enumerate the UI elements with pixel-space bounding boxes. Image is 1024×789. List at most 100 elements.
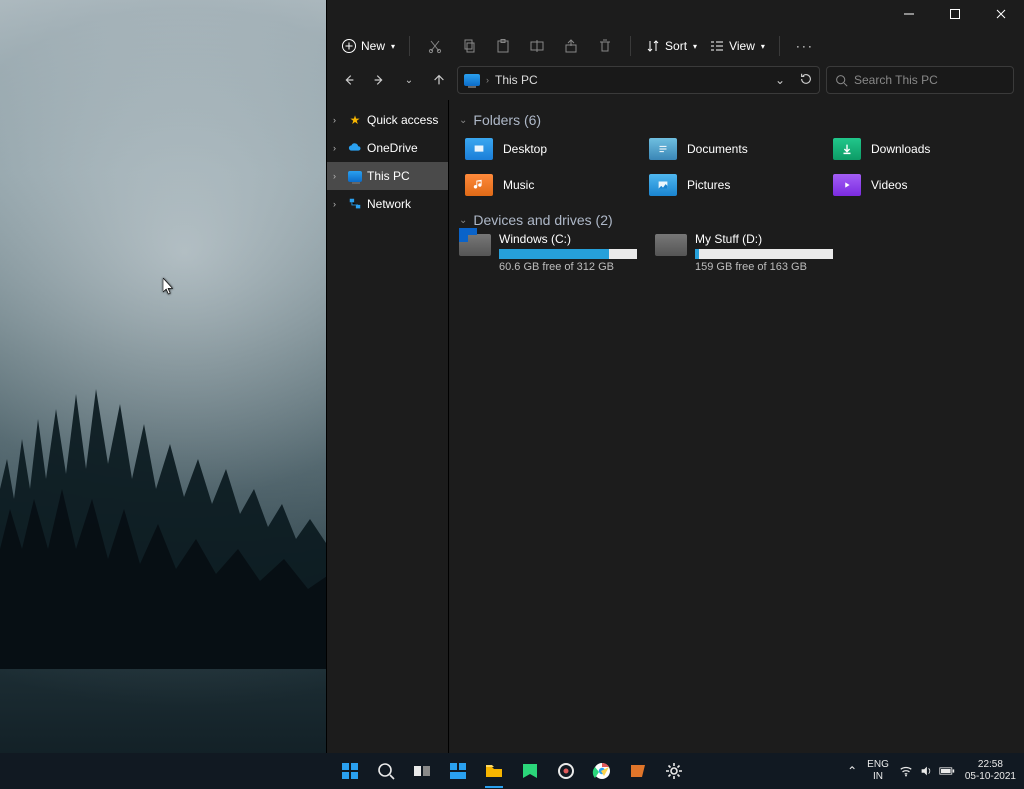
- sidebar-item-network[interactable]: › Network: [327, 190, 448, 218]
- plus-circle-icon: [341, 38, 357, 54]
- drive-c[interactable]: Windows (C:) 60.6 GB free of 312 GB: [459, 232, 649, 273]
- drive-icon: [655, 234, 687, 256]
- language-top: ENG: [867, 759, 889, 771]
- folders-group-header[interactable]: ⌄ Folders (6): [459, 112, 1014, 128]
- tray-overflow-button[interactable]: ⌃: [847, 764, 857, 778]
- drive-info: Windows (C:) 60.6 GB free of 312 GB: [499, 232, 637, 273]
- delete-button[interactable]: [590, 32, 620, 60]
- breadcrumb-this-pc[interactable]: This PC: [495, 73, 538, 87]
- address-bar[interactable]: › This PC ⌄: [457, 66, 820, 94]
- language-indicator[interactable]: ENG IN: [867, 759, 889, 783]
- copy-button[interactable]: [454, 32, 484, 60]
- sort-icon: [645, 38, 661, 54]
- drives-group-header[interactable]: ⌄ Devices and drives (2): [459, 212, 1014, 228]
- refresh-icon: [799, 72, 813, 86]
- app-button[interactable]: [517, 758, 543, 784]
- star-icon: ★: [347, 112, 363, 128]
- sidebar-item-label: This PC: [367, 169, 410, 183]
- share-button[interactable]: [556, 32, 586, 60]
- search-task-button[interactable]: [373, 758, 399, 784]
- chevron-right-icon: ›: [333, 143, 343, 153]
- cloud-icon: [347, 140, 363, 156]
- explorer-body: › ★ Quick access › OneDrive › This PC ›: [327, 100, 1024, 753]
- address-dropdown[interactable]: ⌄: [775, 73, 785, 87]
- search-box[interactable]: Search This PC: [826, 66, 1014, 94]
- chevron-down-icon: ▾: [693, 42, 697, 51]
- folder-videos[interactable]: Videos: [827, 168, 1009, 202]
- sort-button[interactable]: Sort ▾: [641, 32, 701, 60]
- back-button[interactable]: [337, 68, 361, 92]
- drive-info: My Stuff (D:) 159 GB free of 163 GB: [695, 232, 833, 273]
- tray-icons[interactable]: [899, 764, 955, 778]
- file-explorer-task-button[interactable]: [481, 758, 507, 784]
- folder-label: Music: [503, 178, 534, 192]
- start-button[interactable]: [337, 758, 363, 784]
- app-button[interactable]: [625, 758, 651, 784]
- chevron-down-icon: ▾: [761, 42, 765, 51]
- drives-grid: Windows (C:) 60.6 GB free of 312 GB My S…: [459, 232, 1014, 273]
- refresh-button[interactable]: [799, 72, 813, 89]
- new-button[interactable]: New ▾: [337, 32, 399, 60]
- content-pane: ⌄ Folders (6) Desktop Documents: [449, 100, 1024, 753]
- system-tray: ⌃ ENG IN 22:58 05-10-2021: [847, 753, 1016, 789]
- paste-icon: [495, 38, 511, 54]
- clock-time: 22:58: [965, 759, 1016, 771]
- drive-icon: [459, 234, 491, 256]
- app-button[interactable]: [553, 758, 579, 784]
- search-icon: [835, 74, 848, 87]
- search-placeholder: Search This PC: [854, 73, 938, 87]
- breadcrumb-separator: ›: [486, 75, 489, 85]
- paste-button[interactable]: [488, 32, 518, 60]
- more-button[interactable]: ···: [790, 32, 820, 60]
- battery-icon: [939, 765, 955, 777]
- widgets-button[interactable]: [445, 758, 471, 784]
- titlebar: [327, 0, 1024, 28]
- recent-button[interactable]: ⌄: [397, 68, 421, 92]
- taskbar: ⌃ ENG IN 22:58 05-10-2021: [0, 753, 1024, 789]
- folder-downloads[interactable]: Downloads: [827, 132, 1009, 166]
- folder-documents[interactable]: Documents: [643, 132, 825, 166]
- folder-desktop[interactable]: Desktop: [459, 132, 641, 166]
- chevron-down-icon: ⌄: [459, 215, 467, 226]
- drive-d[interactable]: My Stuff (D:) 159 GB free of 163 GB: [655, 232, 845, 273]
- chrome-task-button[interactable]: [589, 758, 615, 784]
- folder-pictures[interactable]: Pictures: [643, 168, 825, 202]
- chevron-right-icon: ›: [333, 171, 343, 181]
- rename-button[interactable]: [522, 32, 552, 60]
- volume-icon: [919, 764, 933, 778]
- chevron-down-icon: ▾: [391, 42, 395, 51]
- minimize-button[interactable]: [886, 0, 932, 28]
- music-folder-icon: [465, 174, 493, 196]
- sidebar-item-onedrive[interactable]: › OneDrive: [327, 134, 448, 162]
- sidebar-item-this-pc[interactable]: › This PC: [327, 162, 448, 190]
- view-icon: [709, 38, 725, 54]
- toolbar-separator: [409, 36, 410, 56]
- arrow-left-icon: [342, 73, 356, 87]
- forward-button[interactable]: [367, 68, 391, 92]
- widgets-icon: [448, 761, 468, 781]
- maximize-button[interactable]: [932, 0, 978, 28]
- mouse-cursor: [163, 278, 175, 296]
- folder-music[interactable]: Music: [459, 168, 641, 202]
- language-bottom: IN: [867, 771, 889, 783]
- drive-progress: [695, 249, 833, 259]
- task-view-button[interactable]: [409, 758, 435, 784]
- settings-task-button[interactable]: [661, 758, 687, 784]
- folder-label: Downloads: [871, 142, 930, 156]
- up-button[interactable]: [427, 68, 451, 92]
- toolbar: New ▾ Sort ▾ View ▾: [327, 28, 1024, 64]
- toolbar-separator: [630, 36, 631, 56]
- folder-label: Documents: [687, 142, 748, 156]
- clock[interactable]: 22:58 05-10-2021: [965, 759, 1016, 783]
- view-button[interactable]: View ▾: [705, 32, 769, 60]
- cut-button[interactable]: [420, 32, 450, 60]
- wifi-icon: [899, 764, 913, 778]
- drive-free-text: 159 GB free of 163 GB: [695, 261, 833, 273]
- folder-label: Desktop: [503, 142, 547, 156]
- close-button[interactable]: [978, 0, 1024, 28]
- dots-icon: ···: [796, 39, 814, 53]
- sidebar-item-quick-access[interactable]: › ★ Quick access: [327, 106, 448, 134]
- sort-label: Sort: [665, 39, 687, 53]
- drive-label: Windows (C:): [499, 232, 637, 246]
- cut-icon: [427, 38, 443, 54]
